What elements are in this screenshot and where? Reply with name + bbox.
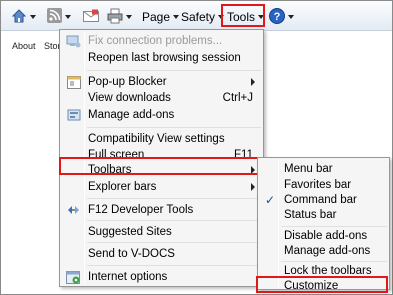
chevron-down-icon[interactable]	[126, 15, 132, 19]
submenu-item-favorites-bar[interactable]: Favorites bar	[260, 177, 388, 193]
customize-highlight-box	[256, 276, 388, 293]
menu-item-label: Fix connection problems...	[88, 35, 223, 47]
menu-separator	[87, 265, 261, 266]
menu-item-label: Send to V-DOCS	[88, 248, 175, 260]
menu-item-explorer-bars[interactable]: Explorer bars	[62, 178, 261, 196]
menu-item-label: F12 Developer Tools	[88, 204, 194, 216]
shortcut-label: Ctrl+J	[222, 92, 253, 104]
chevron-down-icon[interactable]	[30, 15, 36, 19]
popup-blocker-icon	[66, 75, 81, 89]
submenu-item-status-bar[interactable]: Status bar	[260, 207, 388, 223]
menu-item-label: Compatibility View settings	[88, 133, 225, 145]
menu-item-send-to-vdocs[interactable]: Send to V-DOCS	[62, 245, 261, 263]
menu-separator	[87, 198, 261, 199]
safety-menu-label: Safety	[181, 10, 216, 24]
menu-item-f12-devtools[interactable]: F12 Developer Tools	[62, 201, 261, 219]
menu-item-fix-connection: Fix connection problems...	[62, 32, 261, 50]
svg-text:?: ?	[274, 11, 281, 23]
menu-item-view-downloads[interactable]: View downloads Ctrl+J	[62, 89, 261, 107]
submenu-separator	[281, 226, 387, 227]
command-bar: Page Safety Tools ?	[1, 1, 392, 31]
toolbars-submenu: Menu bar Favorites bar ✓ Command bar Sta…	[257, 157, 390, 292]
menu-separator	[87, 70, 261, 71]
print-button[interactable]	[107, 7, 132, 27]
submenu-item-label: Disable add-ons	[284, 230, 368, 242]
printer-icon	[107, 8, 123, 27]
menu-item-label: Internet options	[88, 271, 168, 283]
toolbars-highlight-box	[59, 157, 260, 175]
page-menu-button[interactable]: Page	[142, 7, 180, 27]
submenu-arrow-icon	[251, 78, 255, 86]
submenu-item-disable-addons[interactable]: Disable add-ons	[260, 228, 388, 244]
feeds-button[interactable]	[47, 7, 71, 27]
submenu-separator	[281, 261, 387, 262]
home-icon	[11, 8, 27, 27]
submenu-item-label: Status bar	[284, 209, 337, 221]
rss-feed-icon	[47, 8, 62, 26]
safety-menu-button[interactable]: Safety	[181, 7, 225, 27]
menu-item-label: Suggested Sites	[88, 226, 172, 238]
submenu-item-label: Menu bar	[284, 163, 333, 175]
mail-icon	[83, 9, 99, 26]
submenu-item-label: Manage add-ons	[284, 245, 371, 257]
tools-highlight-box	[221, 4, 265, 27]
network-diagnose-icon	[66, 34, 81, 48]
submenu-item-menu-bar[interactable]: Menu bar	[260, 161, 388, 177]
menu-item-suggested-sites[interactable]: Suggested Sites	[62, 223, 261, 241]
page-menu-label: Page	[142, 10, 171, 24]
submenu-arrow-icon	[251, 183, 255, 191]
menu-item-reopen-session[interactable]: Reopen last browsing session	[62, 49, 261, 67]
menu-separator	[87, 127, 261, 128]
chevron-down-icon	[173, 15, 180, 19]
home-button[interactable]	[11, 7, 36, 27]
help-button[interactable]: ?	[269, 7, 294, 27]
submenu-item-label: Favorites bar	[284, 179, 352, 191]
menu-item-label: Explorer bars	[88, 181, 157, 193]
menu-item-label: Manage add-ons	[88, 109, 175, 121]
menu-item-internet-options[interactable]: Internet options	[62, 268, 261, 286]
menu-separator	[87, 242, 261, 243]
help-icon: ?	[269, 7, 285, 27]
menu-item-manage-addons[interactable]: Manage add-ons	[62, 106, 261, 124]
menu-separator	[87, 220, 261, 221]
about-link[interactable]: About	[12, 41, 36, 51]
read-mail-button[interactable]	[83, 7, 99, 27]
checkmark-icon: ✓	[265, 193, 276, 207]
addons-icon	[66, 108, 81, 122]
submenu-item-command-bar[interactable]: ✓ Command bar	[260, 192, 388, 208]
chevron-down-icon[interactable]	[288, 15, 294, 19]
developer-tools-icon	[66, 203, 81, 217]
menu-item-label: View downloads	[88, 92, 171, 104]
chevron-down-icon[interactable]	[65, 15, 71, 19]
submenu-item-manage-addons[interactable]: Manage add-ons	[260, 243, 388, 259]
submenu-item-label: Command bar	[284, 194, 357, 206]
internet-options-icon	[66, 270, 81, 284]
menu-item-label: Reopen last browsing session	[88, 52, 241, 64]
menu-item-label: Pop-up Blocker	[88, 76, 167, 88]
